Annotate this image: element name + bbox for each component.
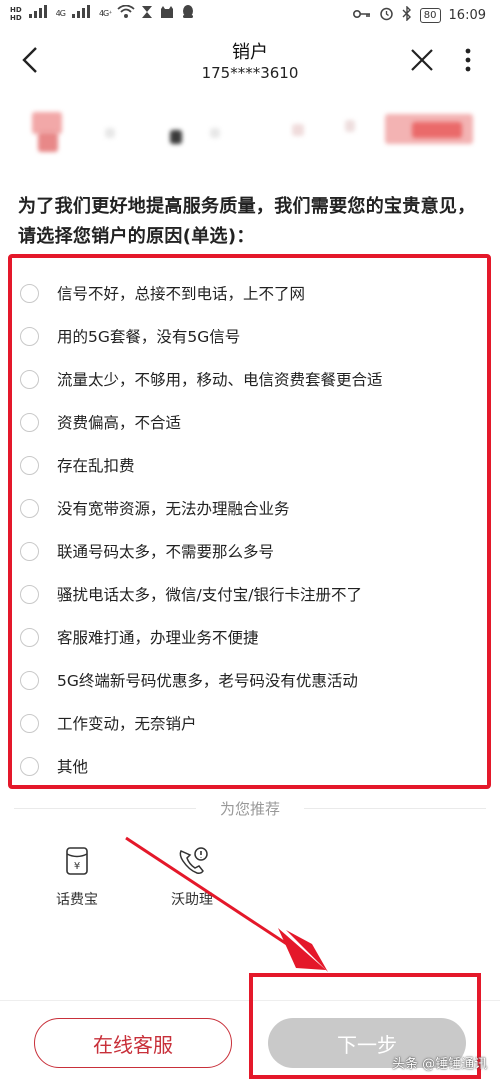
recommend-item-wozhuli[interactable]: 沃助理 — [147, 845, 237, 909]
radio-button[interactable] — [20, 326, 39, 346]
online-service-button[interactable]: 在线客服 — [34, 1018, 232, 1068]
option-item[interactable]: 用的5G套餐，没有5G信号 — [20, 321, 240, 351]
radio-button[interactable] — [20, 541, 39, 561]
signal-type-1: 4G — [55, 9, 66, 18]
radio-button[interactable] — [20, 584, 39, 604]
option-item[interactable]: 其他 — [20, 751, 88, 781]
option-label: 工作变动，无奈销户 — [57, 715, 197, 733]
option-label: 骚扰电话太多，微信/支付宝/银行卡注册不了 — [57, 586, 362, 604]
option-label: 信号不好，总接不到电话，上不了网 — [57, 285, 306, 303]
option-item[interactable]: 资费偏高，不合适 — [20, 407, 181, 437]
recommend-label: 为您推荐 — [196, 798, 304, 819]
wifi-icon — [117, 4, 136, 23]
wallet-icon: ¥ — [62, 845, 92, 877]
recommend-item-label: 话费宝 — [56, 892, 98, 908]
radio-button[interactable] — [20, 412, 39, 432]
radio-button[interactable] — [20, 713, 39, 733]
radio-button[interactable] — [20, 756, 39, 776]
phone-assistant-icon — [177, 845, 208, 877]
signal-icon — [28, 5, 50, 22]
hourglass-icon — [141, 5, 153, 23]
radio-button[interactable] — [20, 498, 39, 518]
alarm-icon — [379, 6, 394, 25]
blurred-banner — [30, 108, 475, 160]
option-label: 客服难打通，办理业务不便捷 — [57, 629, 259, 647]
recommend-item-huafeibao[interactable]: ¥ 话费宝 — [32, 845, 122, 909]
nav-bar: 销户 175****3610 — [0, 34, 500, 90]
hd-label-1: HD — [10, 5, 22, 14]
close-icon[interactable] — [408, 46, 436, 74]
option-label: 5G终端新号码优惠多，老号码没有优惠活动 — [57, 672, 358, 690]
option-item[interactable]: 信号不好，总接不到电话，上不了网 — [20, 278, 305, 308]
option-item[interactable]: 没有宽带资源，无法办理融合业务 — [20, 493, 290, 523]
watermark: 头条 @锤锤通讯 — [392, 1057, 488, 1072]
option-item[interactable]: 客服难打通，办理业务不便捷 — [20, 622, 259, 652]
clock-time: 16:09 — [448, 8, 486, 23]
option-label: 没有宽带资源，无法办理融合业务 — [57, 500, 290, 518]
radio-button[interactable] — [20, 670, 39, 690]
option-label: 用的5G套餐，没有5G信号 — [57, 328, 241, 346]
hd-label-2: HD — [10, 13, 22, 22]
option-label: 存在乱扣费 — [57, 457, 135, 475]
recommend-item-label: 沃助理 — [171, 892, 213, 908]
option-item[interactable]: 存在乱扣费 — [20, 450, 135, 480]
option-item[interactable]: 流量太少，不够用，移动、电信资费套餐更合适 — [20, 364, 383, 394]
qq-icon — [181, 4, 195, 23]
battery-icon: 80 — [419, 8, 441, 23]
svg-text:¥: ¥ — [74, 861, 80, 872]
radio-button[interactable] — [20, 369, 39, 389]
option-label: 资费偏高，不合适 — [57, 414, 182, 432]
survey-heading: 为了我们更好地提高服务质量，我们需要您的宝贵意见，请选择您销户的原因(单选)： — [18, 196, 476, 247]
hd-indicator: HD HD — [10, 6, 22, 22]
status-bar: HD HD 4G 4G⁺ 80 16:09 — [0, 0, 500, 34]
more-icon[interactable] — [458, 46, 478, 74]
bluetooth-icon — [402, 5, 412, 25]
signal-icon-2 — [71, 5, 93, 22]
reason-options: 信号不好，总接不到电话，上不了网 用的5G套餐，没有5G信号 流量太少，不够用，… — [8, 254, 491, 789]
radio-button[interactable] — [20, 283, 39, 303]
option-item[interactable]: 联通号码太多，不需要那么多号 — [20, 536, 274, 566]
radio-button[interactable] — [20, 455, 39, 475]
option-label: 其他 — [57, 758, 89, 776]
option-item[interactable]: 5G终端新号码优惠多，老号码没有优惠活动 — [20, 665, 358, 695]
signal-type-2: 4G⁺ — [98, 9, 112, 18]
cat-icon — [159, 5, 175, 23]
option-item[interactable]: 工作变动，无奈销户 — [20, 708, 197, 738]
key-icon — [352, 8, 371, 23]
radio-button[interactable] — [20, 627, 39, 647]
option-item[interactable]: 骚扰电话太多，微信/支付宝/银行卡注册不了 — [20, 579, 362, 609]
option-label: 流量太少，不够用，移动、电信资费套餐更合适 — [57, 371, 383, 389]
option-label: 联通号码太多，不需要那么多号 — [57, 543, 275, 561]
